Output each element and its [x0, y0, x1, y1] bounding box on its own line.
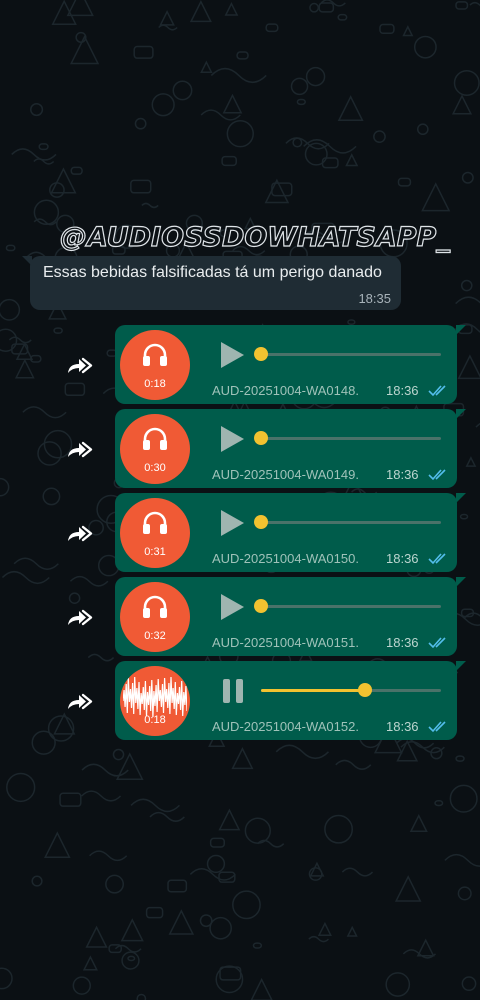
audio-message-bubble[interactable]: 0:18 AUD-20251004-WA0152. 18:36	[115, 661, 466, 740]
bubble-tail	[22, 256, 32, 266]
play-icon[interactable]	[219, 593, 245, 621]
audio-seek-knob[interactable]	[254, 347, 268, 361]
waveform-icon	[123, 676, 187, 718]
bubble-tail	[456, 577, 466, 587]
message-time: 18:36	[386, 467, 419, 482]
double-check-icon	[428, 469, 446, 481]
play-icon[interactable]	[219, 341, 245, 369]
audio-seek-knob[interactable]	[254, 431, 268, 445]
audio-message-bubble[interactable]: 0:31 AUD-20251004-WA0150. 18:36	[115, 493, 466, 572]
audio-filename: AUD-20251004-WA0149.	[212, 467, 359, 482]
audio-filename: AUD-20251004-WA0150.	[212, 551, 359, 566]
incoming-message-bubble[interactable]: Essas bebidas falsificadas tá um perigo …	[22, 256, 401, 310]
forward-arrow-icon[interactable]	[66, 693, 96, 711]
audio-progress-track[interactable]	[254, 347, 441, 361]
play-icon[interactable]	[219, 509, 245, 537]
message-time: 18:36	[386, 551, 419, 566]
message-time: 18:36	[386, 635, 419, 650]
double-check-icon	[428, 385, 446, 397]
audio-duration: 0:32	[144, 630, 166, 642]
audio-duration: 0:18	[144, 714, 166, 726]
audio-seek-knob[interactable]	[254, 515, 268, 529]
forward-arrow-icon[interactable]	[66, 357, 96, 375]
headphone-icon	[143, 343, 167, 366]
audio-avatar: 0:30	[120, 414, 190, 484]
forward-arrow-icon[interactable]	[66, 525, 96, 543]
audio-progress-fill	[261, 689, 366, 692]
audio-progress-track[interactable]	[254, 515, 441, 529]
bubble-tail	[456, 493, 466, 503]
audio-progress-track[interactable]	[254, 599, 441, 613]
message-time: 18:35	[358, 291, 391, 306]
message-time: 18:36	[386, 383, 419, 398]
double-check-icon	[428, 721, 446, 733]
pause-icon[interactable]	[221, 678, 245, 704]
bubble-tail	[456, 661, 466, 671]
audio-filename: AUD-20251004-WA0148.	[212, 383, 359, 398]
headphone-icon	[143, 427, 167, 450]
audio-progress-track[interactable]	[254, 431, 441, 445]
audio-duration: 0:18	[144, 378, 166, 390]
forward-arrow-icon[interactable]	[66, 609, 96, 627]
audio-message-bubble[interactable]: 0:32 AUD-20251004-WA0151. 18:36	[115, 577, 466, 656]
audio-message-bubble[interactable]: 0:30 AUD-20251004-WA0149. 18:36	[115, 409, 466, 488]
audio-filename: AUD-20251004-WA0151.	[212, 635, 359, 650]
audio-avatar: 0:32	[120, 582, 190, 652]
headphone-icon	[143, 595, 167, 618]
audio-seek-knob[interactable]	[254, 599, 268, 613]
audio-avatar: 0:18	[120, 330, 190, 400]
forward-arrow-icon[interactable]	[66, 441, 96, 459]
audio-progress-track[interactable]	[261, 683, 441, 697]
audio-duration: 0:31	[144, 546, 166, 558]
message-text: Essas bebidas falsificadas tá um perigo …	[43, 264, 382, 281]
audio-seek-knob[interactable]	[358, 683, 373, 697]
bubble-tail	[456, 325, 466, 335]
audio-filename: AUD-20251004-WA0152.	[212, 719, 359, 734]
double-check-icon	[428, 637, 446, 649]
double-check-icon	[428, 553, 446, 565]
play-icon[interactable]	[219, 425, 245, 453]
watermark-text: @AUDIOSSDOWHATSAPP_	[59, 221, 450, 253]
bubble-tail	[456, 409, 466, 419]
audio-duration: 0:30	[144, 462, 166, 474]
audio-avatar: 0:31	[120, 498, 190, 568]
message-time: 18:36	[386, 719, 419, 734]
audio-avatar: 0:18	[120, 666, 190, 736]
headphone-icon	[143, 511, 167, 534]
audio-message-bubble[interactable]: 0:18 AUD-20251004-WA0148. 18:36	[115, 325, 466, 404]
